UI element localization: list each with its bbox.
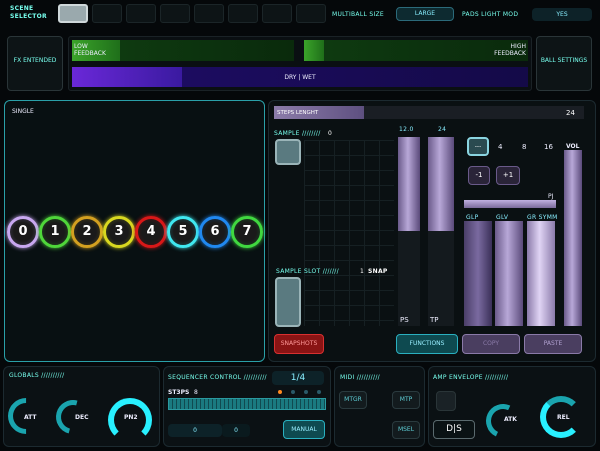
ball-1[interactable]: 1 <box>39 216 71 248</box>
minus-one-button[interactable]: -1 <box>468 166 490 185</box>
scene-slot-4[interactable] <box>160 4 190 23</box>
mode-button-4[interactable]: 4 <box>498 143 502 151</box>
pn2-label: PN2 <box>124 414 138 421</box>
high-feedback-label: HIGH FEEDBACK <box>494 43 526 57</box>
vol-label: VOL <box>566 143 580 150</box>
plus-one-button[interactable]: +1 <box>496 166 520 185</box>
mode-button-off[interactable]: --- <box>467 137 489 156</box>
mode-button-16[interactable]: 16 <box>544 143 553 151</box>
ps-slider[interactable] <box>398 137 420 231</box>
val-left: 12.0 <box>399 126 414 133</box>
tp-slider[interactable] <box>428 137 454 231</box>
dry-wet-label: DRY | WET <box>284 74 316 81</box>
step-dot-1 <box>278 390 282 394</box>
scene-selector-label: SCENE SELECTOR <box>10 5 47 20</box>
tp-slider-track <box>428 231 454 326</box>
globals-title: GLOBALS ////////// <box>9 372 65 379</box>
ball-4[interactable]: 4 <box>135 216 167 248</box>
ball-5[interactable]: 5 <box>167 216 199 248</box>
ball-3[interactable]: 3 <box>103 216 135 248</box>
ps-slider-track <box>398 231 420 326</box>
scene-slot-3[interactable] <box>126 4 156 23</box>
gr-symm-label: GR SYMM <box>527 214 558 221</box>
pad-mode-label: SINGLE <box>12 108 34 115</box>
msel-button[interactable]: MSEL <box>392 421 420 439</box>
sample-slot-pad[interactable] <box>275 277 301 327</box>
gr-symm-slider[interactable] <box>527 221 555 326</box>
low-feedback-label: LOW FEEDBACK <box>74 43 106 57</box>
sample-label: SAMPLE //////// <box>274 130 321 137</box>
scene-slot-5[interactable] <box>194 4 224 23</box>
scene-slot-8[interactable] <box>296 4 326 23</box>
scene-slot-1[interactable] <box>58 4 88 23</box>
step-grid[interactable] <box>304 140 394 326</box>
val-right: 24 <box>438 126 447 133</box>
ball-2[interactable]: 2 <box>71 216 103 248</box>
ball-7[interactable]: 7 <box>231 216 263 248</box>
ball-0[interactable]: 0 <box>7 216 39 248</box>
amp-envelope-title: AMP ENVELOPE ////////// <box>433 374 509 381</box>
steps-length-label: STEPS LENGHT <box>277 110 319 116</box>
step-dot-2 <box>291 390 295 394</box>
dec-label: DEC <box>75 414 89 421</box>
counter-b: 0 <box>222 424 250 437</box>
sample-slot-label: SAMPLE SLOT /////// <box>276 268 339 275</box>
paste-button[interactable]: PASTE <box>524 334 582 354</box>
manual-button[interactable]: MANUAL <box>283 420 325 439</box>
mode-button-8[interactable]: 8 <box>522 143 526 151</box>
multiball-size-select[interactable]: LARGE <box>396 7 454 21</box>
amp-toggle-button[interactable] <box>436 391 456 411</box>
sample-slot-value: 1 <box>360 268 365 275</box>
sample-pad-button[interactable] <box>275 139 301 165</box>
tp-label: TP <box>430 316 439 324</box>
steps-length-slider[interactable] <box>274 106 584 119</box>
page-indicator[interactable]: 1/4 <box>272 371 324 385</box>
copy-button[interactable]: COPY <box>462 334 520 354</box>
st3ps-value: 8 <box>194 389 198 396</box>
sequencer-control-title: SEQUENCER CONTROL ////////// <box>168 374 267 381</box>
scene-slot-7[interactable] <box>262 4 292 23</box>
glp-slider[interactable] <box>464 221 492 326</box>
step-progress-bar[interactable] <box>168 398 326 410</box>
pads-light-mod-select[interactable]: YES <box>532 8 592 21</box>
fx-extended-button[interactable]: FX ENTENDED <box>7 36 63 91</box>
step-dot-3 <box>304 390 308 394</box>
ps-label: PS <box>400 316 409 324</box>
ball-6[interactable]: 6 <box>199 216 231 248</box>
glv-label: GLV <box>496 214 509 221</box>
ds-button[interactable]: D|S <box>433 420 475 439</box>
snap-label: SNAP <box>368 268 388 275</box>
ball-settings-button[interactable]: BALL SETTINGS <box>536 36 592 91</box>
st3ps-label: ST3PS <box>168 389 190 396</box>
step-dot-4 <box>317 390 321 394</box>
att-label: ATT <box>24 414 37 421</box>
glp-label: GLP <box>466 214 479 221</box>
rel-label: REL <box>557 414 570 421</box>
scene-slot-6[interactable] <box>228 4 258 23</box>
glv-slider[interactable] <box>495 221 523 326</box>
pads-light-mod-label: PADS LIGHT MOD <box>462 11 519 18</box>
counter-a: 0 <box>168 424 222 437</box>
pj-slider[interactable] <box>464 200 556 208</box>
sample-value: 0 <box>328 130 333 137</box>
mtgr-button[interactable]: MTGR <box>339 391 367 409</box>
pj-label: PJ <box>548 193 554 200</box>
scene-slot-2[interactable] <box>92 4 122 23</box>
vol-slider[interactable] <box>564 150 582 326</box>
atk-label: ATK <box>504 416 517 423</box>
functions-button[interactable]: FUNCTIONS <box>396 334 458 354</box>
multiball-size-label: MULTIBALL SIZE <box>332 11 385 18</box>
mtp-button[interactable]: MTP <box>392 391 420 409</box>
snapshots-button[interactable]: SNAPSHOTS <box>274 334 324 354</box>
midi-title: MIDI ////////// <box>340 374 380 381</box>
steps-length-value: 24 <box>566 109 575 117</box>
